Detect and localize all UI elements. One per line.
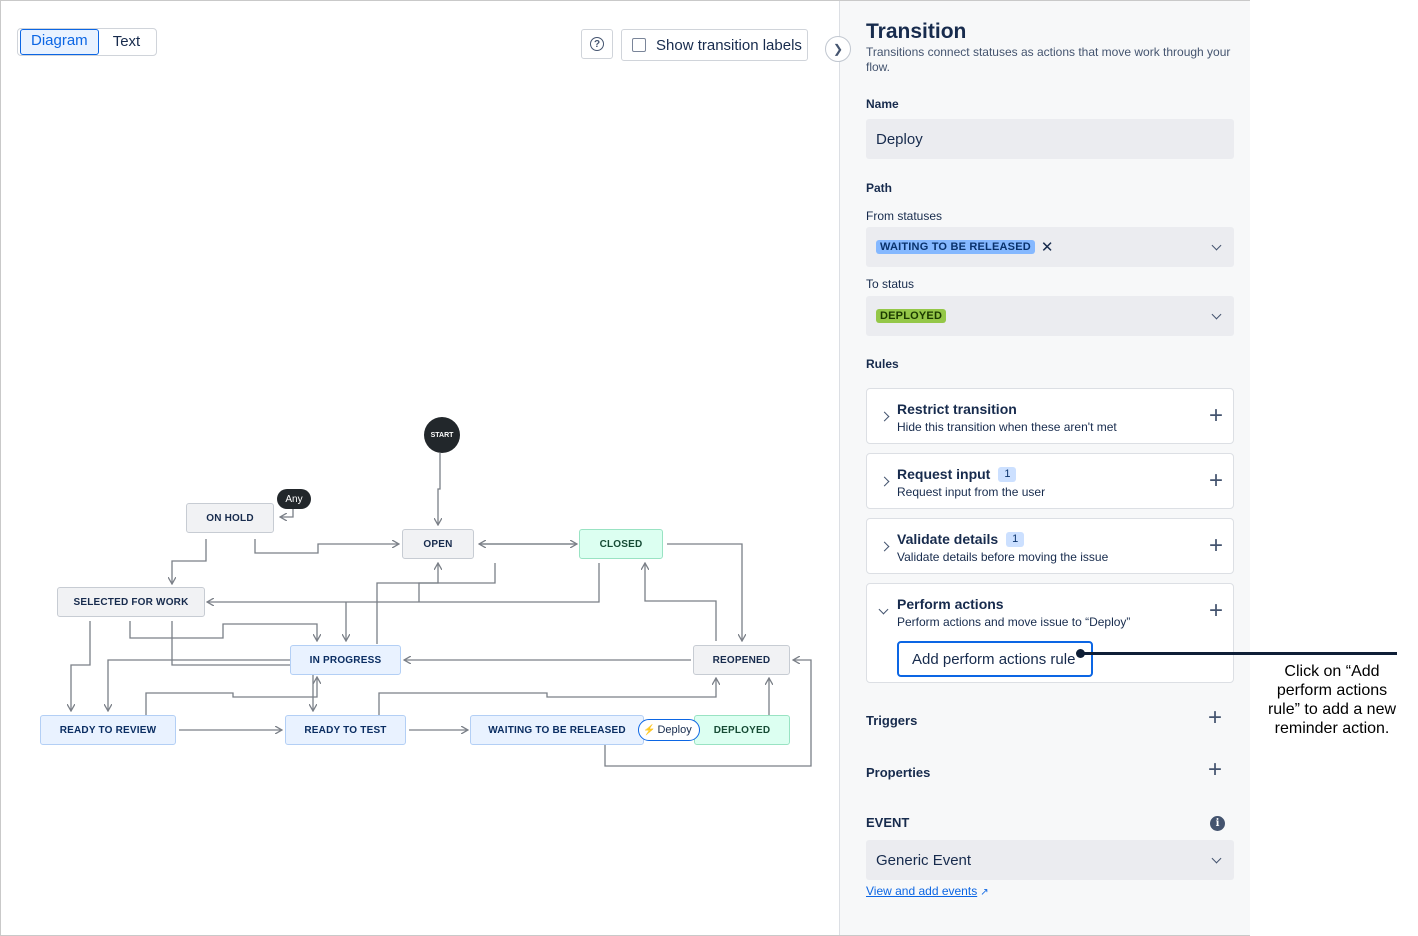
collapse-panel-button[interactable]: ❯	[825, 36, 851, 62]
add-rule-icon[interactable]: +	[1209, 404, 1223, 428]
arrow-selected-inprogress-2	[129, 621, 317, 641]
lightning-icon: ⚡	[643, 724, 656, 736]
chevron-down-icon	[1211, 309, 1222, 320]
name-value: Deploy	[876, 130, 923, 148]
add-rule-icon[interactable]: +	[1209, 599, 1223, 623]
rule-title: Restrict transition	[897, 401, 1017, 417]
chevron-right-icon	[879, 541, 890, 552]
status-ready-to-test[interactable]: READY TO TEST	[285, 715, 406, 745]
status-ready-to-review[interactable]: READY TO REVIEW	[40, 715, 176, 745]
rules-label: Rules	[866, 357, 899, 371]
panel-title: Transition	[866, 20, 967, 43]
arrow-readytotest-reopened	[378, 678, 716, 715]
rule-validate-details[interactable]: Validate details 1 Validate details befor…	[866, 518, 1234, 574]
status-selected-for-work[interactable]: SELECTED FOR WORK	[57, 587, 205, 617]
arrow-reopened-closed	[645, 563, 717, 641]
from-statuses-label: From statuses	[866, 209, 943, 223]
from-statuses-select[interactable]: WAITING TO BE RELEASED ✕	[866, 227, 1234, 267]
event-value: Generic Event	[876, 851, 972, 869]
chevron-down-icon	[1211, 240, 1222, 251]
rule-restrict-transition[interactable]: Restrict transition Hide this transition…	[866, 388, 1234, 444]
transition-arrows	[1, 453, 812, 767]
annotation-text: Click on “Add perform actions rule” to a…	[1267, 663, 1397, 737]
name-label: Name	[866, 97, 899, 111]
rule-perform-actions[interactable]: Perform actions Perform actions and move…	[866, 583, 1234, 683]
status-closed[interactable]: CLOSED	[579, 529, 663, 559]
arrow-start-open	[438, 453, 440, 525]
rule-count-badge: 1	[1006, 531, 1025, 547]
add-rule-icon[interactable]: +	[1209, 534, 1223, 558]
add-rule-icon[interactable]: +	[1209, 469, 1223, 493]
info-icon[interactable]: i	[1210, 816, 1225, 831]
workflow-editor-window: Diagram Text ? Show transition labels ST…	[0, 0, 1250, 936]
arrow-any-onhold	[280, 509, 294, 517]
arrow-closed-reopened	[667, 543, 742, 641]
deploy-chip-label: Deploy	[657, 724, 692, 736]
any-status-pill[interactable]: Any	[277, 489, 311, 509]
chevron-right-icon	[879, 476, 890, 487]
rule-title: Perform actions	[897, 596, 1004, 612]
rule-count-badge: 1	[998, 466, 1017, 482]
add-perform-actions-rule-button[interactable]: Add perform actions rule	[897, 641, 1093, 677]
view-add-events-label: View and add events	[866, 884, 978, 898]
arrow-waiting-reopened	[604, 660, 812, 767]
arrow-selected-readytoreview	[71, 621, 91, 711]
status-waiting-to-be-released[interactable]: WAITING TO BE RELEASED	[470, 715, 644, 745]
rule-subtitle: Request input from the user	[897, 485, 1046, 499]
remove-status-icon[interactable]: ✕	[1041, 240, 1054, 255]
rule-subtitle: Perform actions and move issue to “Deplo…	[897, 615, 1131, 629]
add-trigger-icon[interactable]: +	[1208, 706, 1222, 730]
external-link-icon: ↗	[980, 887, 989, 898]
status-deployed[interactable]: DEPLOYED	[694, 715, 790, 745]
status-on-hold[interactable]: ON HOLD	[186, 503, 274, 533]
from-status-lozenge: WAITING TO BE RELEASED	[876, 240, 1035, 254]
chevron-right-icon: ❯	[832, 42, 844, 56]
arrow-onhold-open	[254, 539, 399, 554]
event-select[interactable]: Generic Event	[866, 840, 1234, 880]
panel-description: Transitions connect statuses as actions …	[866, 45, 1231, 74]
to-status-select[interactable]: DEPLOYED	[866, 296, 1234, 336]
path-label: Path	[866, 181, 893, 195]
status-open[interactable]: OPEN	[402, 529, 474, 559]
status-in-progress[interactable]: IN PROGRESS	[290, 645, 401, 675]
rule-title: Request input	[897, 466, 991, 482]
view-add-events-link[interactable]: View and add events ↗	[866, 884, 989, 898]
arrow-inprogress-readytoreview	[108, 659, 290, 711]
to-status-lozenge: DEPLOYED	[876, 309, 947, 323]
rule-request-input[interactable]: Request input 1 Request input from the us…	[866, 453, 1234, 509]
transition-panel: Transition Transitions connect statuses …	[839, 1, 1250, 935]
to-status-label: To status	[866, 277, 915, 291]
status-reopened[interactable]: REOPENED	[693, 645, 790, 675]
deploy-transition-chip[interactable]: ⚡ Deploy	[638, 719, 700, 741]
arrow-readytoreview-inprogress	[145, 677, 317, 715]
rule-title: Validate details	[897, 531, 999, 547]
arrow-onhold-selected	[172, 539, 207, 584]
chevron-right-icon	[879, 411, 890, 422]
chevron-down-icon	[1211, 853, 1222, 864]
add-property-icon[interactable]: +	[1208, 758, 1222, 782]
properties-label: Properties	[866, 765, 931, 780]
workflow-canvas[interactable]: Diagram Text ? Show transition labels ST…	[1, 1, 839, 935]
name-input[interactable]: Deploy	[866, 119, 1234, 159]
callout-line	[1081, 652, 1397, 655]
arrow-open-inprogress	[376, 563, 496, 644]
rule-subtitle: Hide this transition when these aren't m…	[897, 420, 1117, 434]
triggers-label: Triggers	[866, 713, 918, 728]
start-node[interactable]: START	[424, 417, 460, 453]
chevron-down-icon	[878, 604, 889, 615]
rule-subtitle: Validate details before moving the issue	[897, 550, 1109, 564]
event-label: EVENT	[866, 815, 910, 830]
